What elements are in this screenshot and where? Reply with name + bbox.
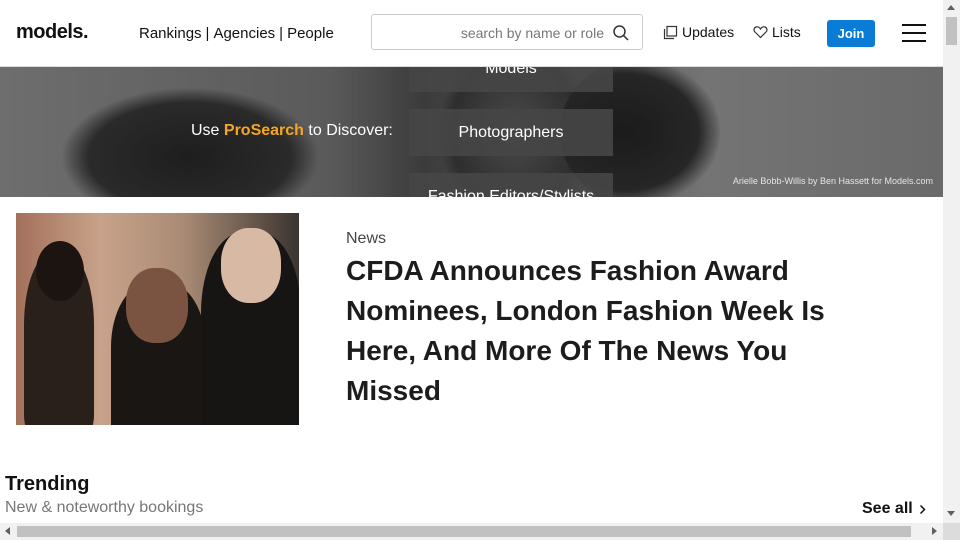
nav-agencies[interactable]: Agencies (213, 25, 275, 42)
nav-separator: | (279, 25, 284, 42)
search-icon[interactable] (612, 24, 630, 42)
prosearch-banner: Use ProSearch to Discover: Models Photog… (0, 67, 943, 197)
nav-separator: | (205, 25, 210, 42)
copy-icon (663, 25, 678, 39)
chevron-right-icon (919, 504, 926, 514)
see-all-link[interactable]: See all (862, 500, 926, 518)
vertical-scrollbar[interactable] (943, 0, 960, 523)
prosearch-prompt: Use ProSearch to Discover: (191, 122, 393, 140)
scrollbar-corner (943, 523, 960, 540)
site-header: models. Rankings|Agencies|People Updates… (0, 0, 943, 67)
banner-photo-shape (60, 87, 320, 197)
scroll-up-arrow[interactable] (947, 5, 955, 10)
photo-credit: Arielle Bobb-Willis by Ben Hassett for M… (732, 176, 933, 186)
scroll-left-arrow[interactable] (5, 527, 10, 535)
updates-label: Updates (682, 24, 735, 40)
option-photographers[interactable]: Photographers (409, 109, 613, 156)
trending-title: Trending (5, 473, 90, 495)
article-image[interactable] (16, 213, 299, 425)
vertical-scroll-thumb[interactable] (946, 17, 957, 45)
article-headline[interactable]: CFDA Announces Fashion Award Nominees, L… (346, 251, 886, 411)
scroll-right-arrow[interactable] (932, 527, 937, 535)
horizontal-scroll-thumb[interactable] (17, 526, 911, 537)
hamburger-icon[interactable] (902, 24, 926, 42)
nav-rankings[interactable]: Rankings (139, 25, 202, 42)
option-models[interactable]: Models (409, 67, 613, 92)
search-box (371, 14, 643, 50)
top-nav: Rankings | Agencies | People (139, 25, 334, 42)
see-all-label: See all (862, 500, 913, 517)
site-logo[interactable]: models. (16, 21, 89, 44)
horizontal-scrollbar[interactable] (0, 523, 943, 540)
option-fashion-editors[interactable]: Fashion Editors/Stylists (409, 173, 613, 197)
prosearch-suffix: to Discover: (308, 122, 393, 139)
lists-label: Lists (772, 24, 801, 40)
lists-link[interactable]: Lists (753, 24, 801, 40)
prosearch-brand[interactable]: ProSearch (224, 122, 304, 139)
nav-people[interactable]: People (287, 25, 334, 42)
join-button[interactable]: Join (827, 20, 875, 47)
trending-subtitle: New & noteworthy bookings (5, 499, 204, 516)
updates-link[interactable]: Updates (663, 24, 734, 40)
scroll-down-arrow[interactable] (947, 511, 955, 516)
search-input[interactable] (380, 21, 606, 45)
heart-icon (753, 26, 768, 39)
prosearch-prefix: Use (191, 122, 220, 139)
article-category[interactable]: News (346, 230, 386, 248)
